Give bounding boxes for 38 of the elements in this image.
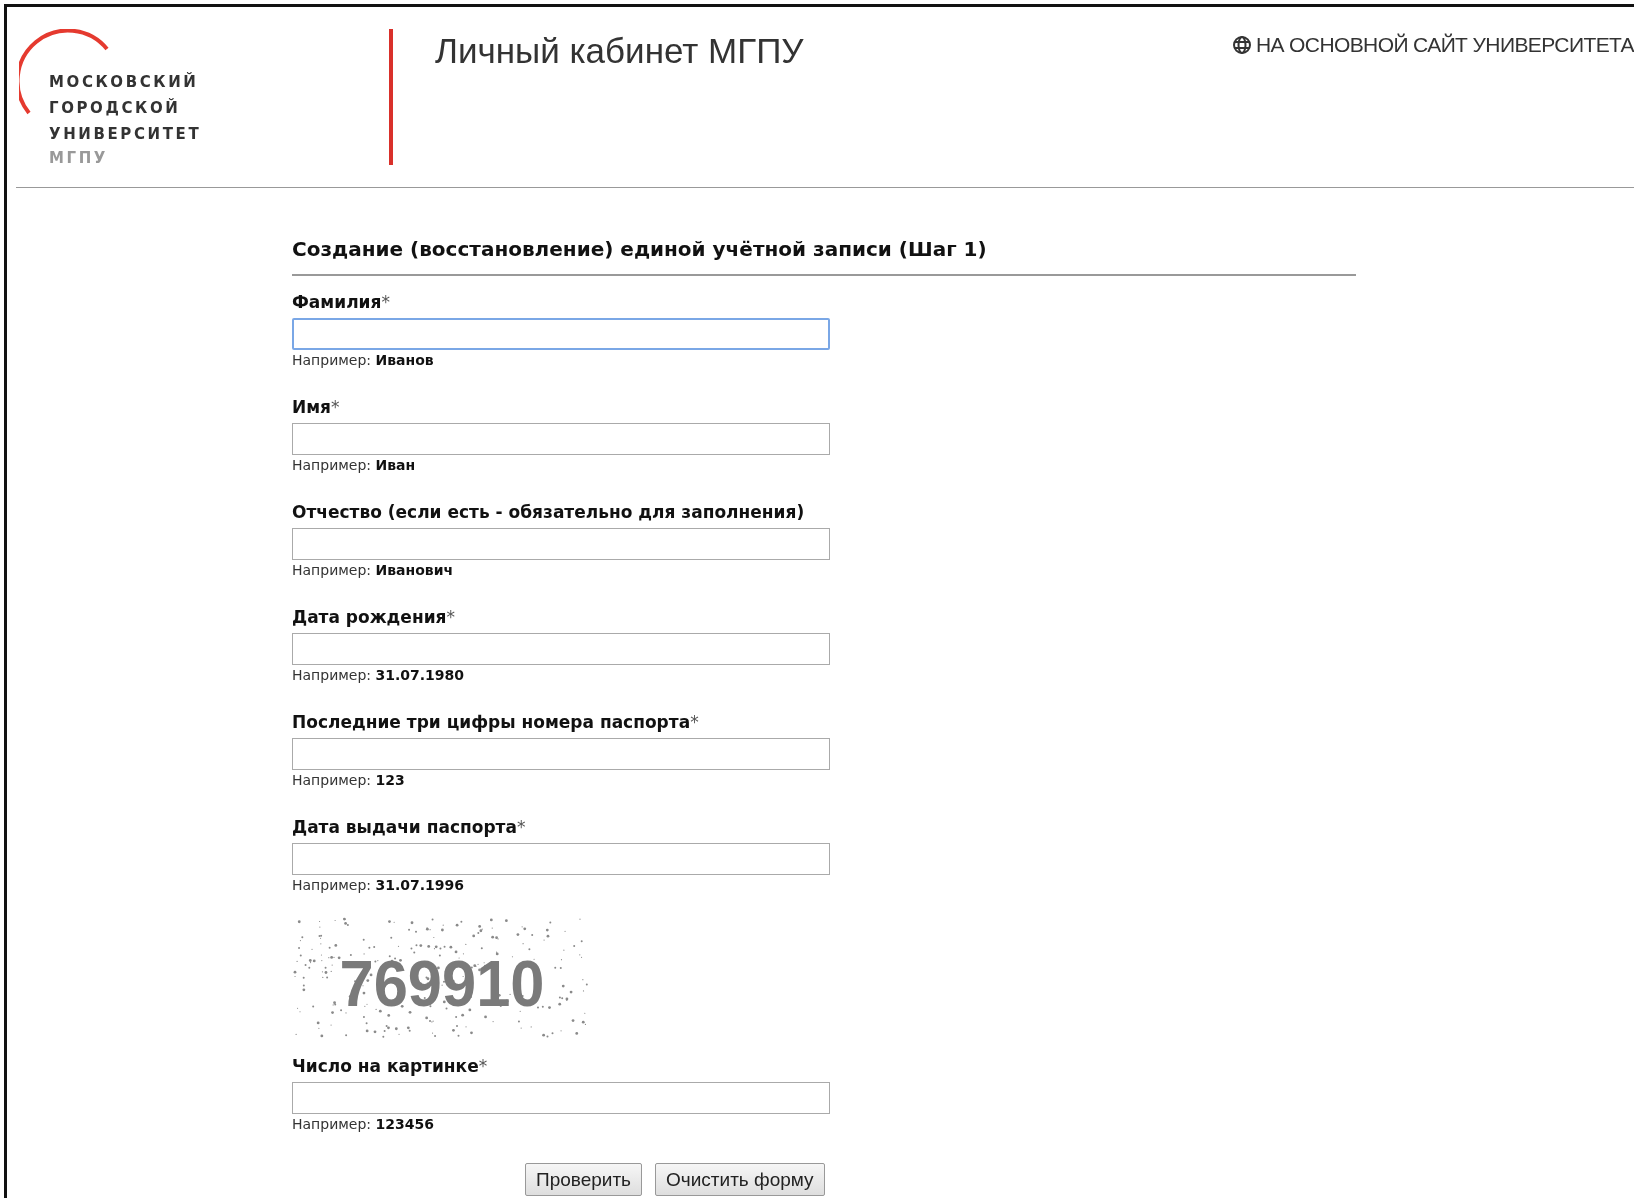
required-asterisk: * xyxy=(690,711,699,734)
field-label: Последние три цифры номера паспорта xyxy=(292,711,691,734)
required-asterisk: * xyxy=(331,396,340,419)
form-button[interactable]: Проверить xyxy=(525,1163,643,1196)
field-label: Дата рождения xyxy=(292,606,447,629)
input-field[interactable] xyxy=(292,1082,830,1114)
field-label: Число на картинке xyxy=(292,1055,479,1078)
field-label: Фамилия xyxy=(292,291,382,314)
globe-icon xyxy=(1231,35,1252,55)
field-hint: Например: 123 xyxy=(292,771,406,790)
required-asterisk: * xyxy=(516,816,526,839)
required-asterisk: * xyxy=(381,291,390,314)
field-label: Отчество (если есть - обязательно для заполнения) xyxy=(292,501,805,524)
field-hint: Например: Иванович xyxy=(292,561,455,580)
required-asterisk: * xyxy=(446,606,455,629)
page-title: Личный кабинет МГПУ xyxy=(435,31,804,71)
field-hint: Например: 123456 xyxy=(292,1115,435,1134)
field-label: Имя xyxy=(292,396,332,419)
field-hint: Например: 31.07.1996 xyxy=(292,876,466,895)
logo-text: МОСКОВСКИЙ xyxy=(49,71,200,93)
field-hint: Например: 31.07.1980 xyxy=(292,666,466,685)
field-label: Дата выдачи паспорта xyxy=(292,816,517,839)
input-field[interactable] xyxy=(292,318,830,350)
logo-text: ГОРОДСКОЙ xyxy=(49,97,182,119)
logo-abbreviation: МГПУ xyxy=(49,148,109,169)
university-logo[interactable]: МОСКОВСКИЙ ГОРОДСКОЙ УНИВЕРСИТЕТ МГПУ xyxy=(19,29,209,169)
field-hint: Например: Иван xyxy=(292,456,417,475)
form-button[interactable]: Очистить форму xyxy=(655,1163,825,1196)
required-asterisk: * xyxy=(478,1055,488,1078)
input-field[interactable] xyxy=(292,843,830,875)
captcha-image: 769910 xyxy=(292,916,598,1040)
input-field[interactable] xyxy=(292,738,830,770)
logo-text: УНИВЕРСИТЕТ xyxy=(49,124,202,145)
field-hint: Например: Иванов xyxy=(292,351,435,370)
form-heading: Создание (восстановление) единой учётной записи (Шаг 1) xyxy=(292,236,988,262)
input-field[interactable] xyxy=(292,423,830,455)
input-field[interactable] xyxy=(292,528,830,560)
input-field[interactable] xyxy=(292,633,830,665)
